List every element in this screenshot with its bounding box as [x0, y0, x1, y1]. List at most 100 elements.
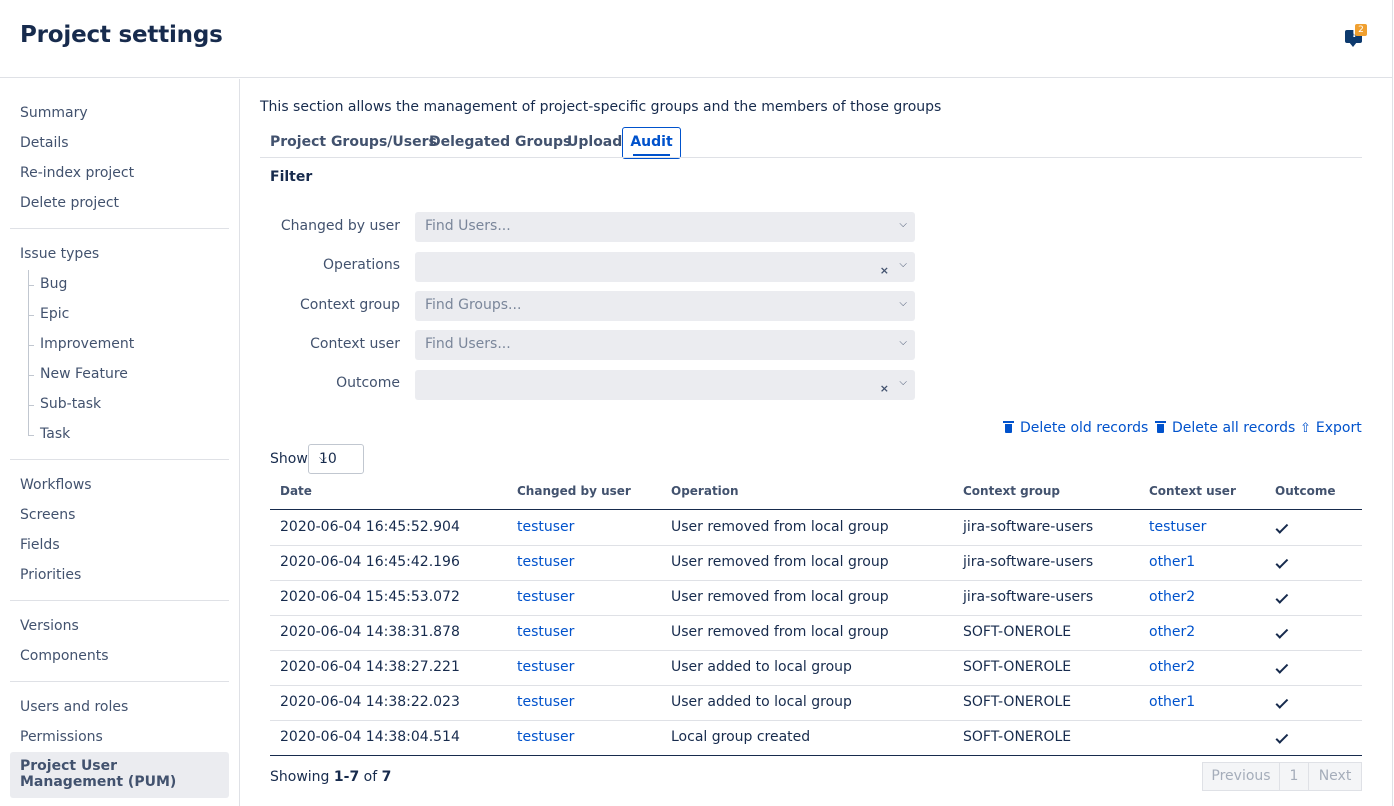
- cell-context-group: SOFT-ONEROLE: [963, 729, 1072, 745]
- cell-date: 2020-06-04 14:38:04.514: [280, 729, 460, 745]
- column-header-date[interactable]: Date: [280, 484, 312, 498]
- page-size-select[interactable]: 10 ⌵: [308, 444, 364, 474]
- trash-icon: [1003, 421, 1014, 433]
- column-header-context-group[interactable]: Context group: [963, 484, 1060, 498]
- clear-icon[interactable]: ×: [880, 264, 889, 277]
- cell-changed-by-user[interactable]: testuser: [517, 554, 574, 570]
- cell-operation: User removed from local group: [671, 624, 889, 640]
- sidebar-divider: [10, 600, 229, 601]
- cell-date: 2020-06-04 15:45:53.072: [280, 589, 460, 605]
- cell-context-user[interactable]: other1: [1149, 694, 1195, 710]
- sidebar-item-workflows[interactable]: Workflows: [20, 477, 92, 493]
- sidebar-item-components[interactable]: Components: [20, 648, 109, 664]
- chevron-down-icon: ⌵: [899, 377, 907, 388]
- check-icon: [1276, 698, 1290, 708]
- cell-context-user[interactable]: other2: [1149, 624, 1195, 640]
- outcome-select[interactable]: × ⌵: [415, 370, 915, 400]
- trash-icon: [1155, 421, 1166, 433]
- cell-changed-by-user[interactable]: testuser: [517, 694, 574, 710]
- cell-context-user[interactable]: other1: [1149, 554, 1195, 570]
- filter-heading: Filter: [270, 169, 313, 185]
- sidebar-item-reindex[interactable]: Re-index project: [20, 165, 134, 181]
- column-header-operation[interactable]: Operation: [671, 484, 739, 498]
- sidebar-item-task[interactable]: Task: [40, 426, 70, 442]
- cell-operation: User removed from local group: [671, 554, 889, 570]
- placeholder: Find Groups...: [425, 297, 522, 313]
- page-title: Project settings: [20, 22, 223, 48]
- sidebar-item-label: Project User Management (PUM): [20, 758, 177, 790]
- sidebar-divider: [10, 228, 229, 229]
- check-icon: [1276, 558, 1290, 568]
- sidebar-item-screens[interactable]: Screens: [20, 507, 75, 523]
- tab-label: Audit: [630, 134, 673, 150]
- next-page-button[interactable]: Next: [1308, 762, 1362, 791]
- operations-select[interactable]: × ⌵: [415, 252, 915, 282]
- page-1-button[interactable]: 1: [1279, 762, 1309, 791]
- cell-changed-by-user[interactable]: testuser: [517, 659, 574, 675]
- check-icon: [1276, 663, 1290, 673]
- sidebar-item-versions[interactable]: Versions: [20, 618, 79, 634]
- top-bar: Project settings ! 2: [0, 0, 1392, 78]
- check-icon: [1276, 733, 1290, 743]
- cell-context-user[interactable]: other2: [1149, 589, 1195, 605]
- tab-upload[interactable]: Upload: [567, 134, 622, 150]
- filter-label: Context group: [300, 297, 400, 313]
- placeholder: Find Users...: [425, 218, 511, 234]
- sidebar-item-summary[interactable]: Summary: [20, 105, 88, 121]
- feedback-icon[interactable]: ! 2: [1345, 24, 1367, 48]
- sidebar-item-improvement[interactable]: Improvement: [40, 336, 134, 352]
- sidebar-item-new-feature[interactable]: New Feature: [40, 366, 128, 382]
- cell-changed-by-user[interactable]: testuser: [517, 589, 574, 605]
- cell-operation: User added to local group: [671, 659, 852, 675]
- cell-date: 2020-06-04 16:45:42.196: [280, 554, 460, 570]
- check-icon: [1276, 593, 1290, 603]
- sidebar-item-fields[interactable]: Fields: [20, 537, 60, 553]
- column-header-context-user[interactable]: Context user: [1149, 484, 1236, 498]
- cell-date: 2020-06-04 14:38:22.023: [280, 694, 460, 710]
- context-user-select[interactable]: Find Users... ⌵: [415, 330, 915, 360]
- delete-old-records-button[interactable]: Delete old records: [1003, 420, 1148, 436]
- column-header-changed-by[interactable]: Changed by user: [517, 484, 631, 498]
- check-icon: [1276, 523, 1290, 533]
- tab-delegated-groups[interactable]: Delegated Groups: [429, 134, 571, 150]
- changed-by-user-select[interactable]: Find Users... ⌵: [415, 212, 915, 242]
- sidebar-item-sub-task[interactable]: Sub-task: [40, 396, 101, 412]
- cell-context-user[interactable]: testuser: [1149, 519, 1206, 535]
- placeholder: Find Users...: [425, 336, 511, 352]
- cell-context-user[interactable]: other2: [1149, 659, 1195, 675]
- cell-changed-by-user[interactable]: testuser: [517, 624, 574, 640]
- cell-context-group: jira-software-users: [963, 554, 1094, 570]
- chevron-down-icon: ⌵: [899, 219, 907, 230]
- delete-all-records-button[interactable]: Delete all records: [1155, 420, 1295, 436]
- clear-icon[interactable]: ×: [880, 382, 889, 395]
- sidebar-divider: [10, 459, 229, 460]
- cell-operation: Local group created: [671, 729, 811, 745]
- cell-date: 2020-06-04 14:38:27.221: [280, 659, 460, 675]
- cell-context-group: SOFT-ONEROLE: [963, 659, 1072, 675]
- cell-date: 2020-06-04 14:38:31.878: [280, 624, 460, 640]
- cell-date: 2020-06-04 16:45:52.904: [280, 519, 460, 535]
- sidebar-item-permissions[interactable]: Permissions: [20, 729, 103, 745]
- check-icon: [1276, 628, 1290, 638]
- chevron-down-icon: ⌵: [319, 453, 327, 464]
- previous-page-button[interactable]: Previous: [1202, 762, 1280, 791]
- section-description: This section allows the management of pr…: [260, 99, 942, 115]
- column-header-outcome[interactable]: Outcome: [1275, 484, 1335, 498]
- context-group-select[interactable]: Find Groups... ⌵: [415, 291, 915, 321]
- cell-changed-by-user[interactable]: testuser: [517, 519, 574, 535]
- sidebar-item-issue-types[interactable]: Issue types: [20, 246, 99, 262]
- sidebar-item-delete-project[interactable]: Delete project: [20, 195, 119, 211]
- tab-audit[interactable]: Audit: [622, 127, 681, 159]
- sidebar-item-users-and-roles[interactable]: Users and roles: [20, 699, 128, 715]
- export-button[interactable]: ⇧ Export: [1300, 420, 1362, 436]
- sidebar-item-priorities[interactable]: Priorities: [20, 567, 81, 583]
- tab-project-groups-users[interactable]: Project Groups/Users: [270, 134, 437, 150]
- sidebar-item-pum[interactable]: Project User Management (PUM): [10, 752, 229, 798]
- sidebar-item-bug[interactable]: Bug: [40, 276, 67, 292]
- cell-changed-by-user[interactable]: testuser: [517, 729, 574, 745]
- sidebar-item-epic[interactable]: Epic: [40, 306, 69, 322]
- filter-label: Changed by user: [280, 218, 400, 234]
- show-label: Show: [270, 451, 308, 467]
- sidebar-item-details[interactable]: Details: [20, 135, 69, 151]
- cell-context-group: jira-software-users: [963, 589, 1094, 605]
